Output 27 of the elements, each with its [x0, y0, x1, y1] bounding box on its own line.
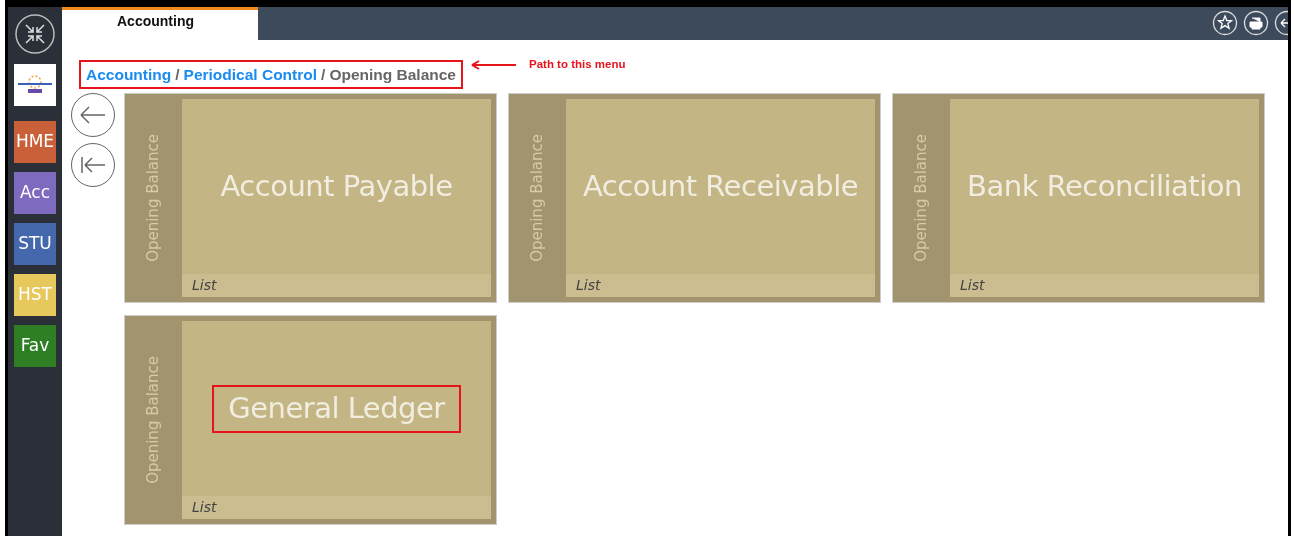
breadcrumb-link[interactable]: Periodical Control	[183, 63, 318, 87]
tile-footer: List	[182, 496, 491, 520]
tile-footer: List	[566, 274, 875, 298]
tile-footer: List	[182, 274, 491, 298]
tile-title: General Ledger	[212, 385, 461, 433]
first-page-button[interactable]	[71, 143, 115, 188]
breadcrumb-link[interactable]: Accounting	[86, 63, 172, 87]
first-page-icon	[80, 155, 106, 176]
tile-footer: List	[950, 274, 1259, 298]
sidebar-item[interactable]: Fav	[14, 325, 56, 367]
tile-title: Account Receivable	[581, 168, 860, 205]
tile-title: Bank Reconciliation	[966, 168, 1243, 205]
tab[interactable]: Accounting	[62, 7, 258, 40]
breadcrumb-separator: /	[321, 65, 326, 85]
sidebar-item[interactable]: Acc	[14, 172, 56, 214]
printer-icon[interactable]	[1243, 10, 1269, 36]
tile-title: Account Payable	[219, 168, 454, 205]
arrow	[471, 59, 517, 70]
breadcrumb-separator: /	[175, 65, 180, 85]
left-arrow-icon	[80, 105, 106, 126]
collapse-icon[interactable]	[14, 13, 56, 55]
annotation-text: Path to this menu	[529, 57, 626, 72]
breadcrumb-current: Opening Balance	[329, 65, 456, 85]
back-button[interactable]	[71, 93, 115, 138]
logo-icon	[14, 64, 56, 106]
sidebar-item[interactable]: HME	[14, 121, 56, 163]
sidebar-item[interactable]: STU	[14, 223, 56, 265]
